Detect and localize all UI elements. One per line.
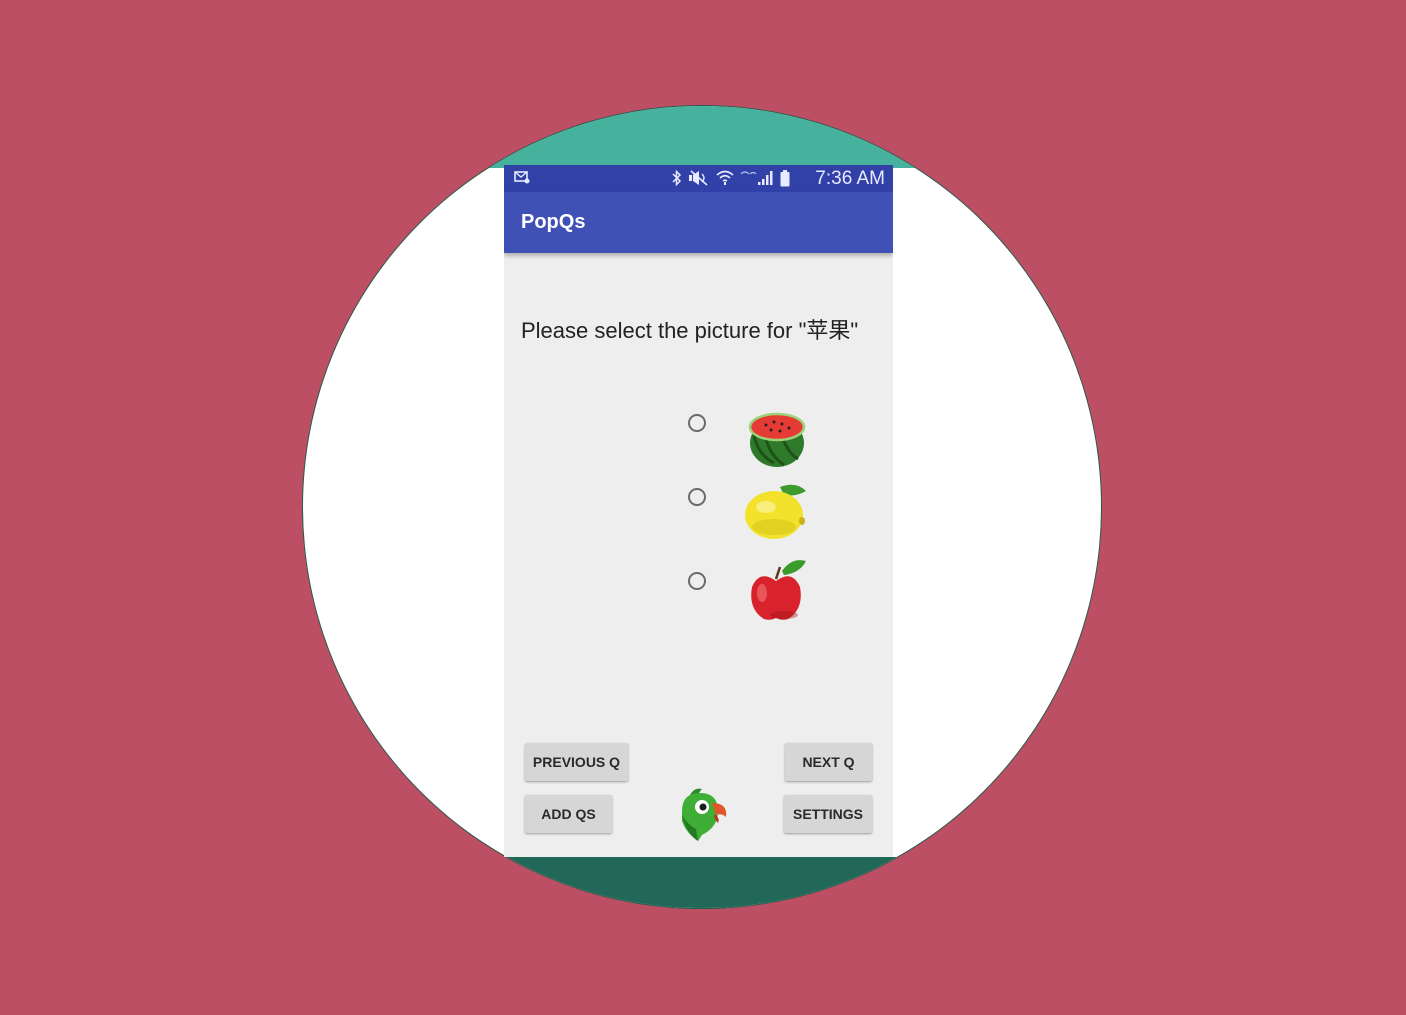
signal-icon <box>740 171 773 185</box>
radio-option-lemon[interactable] <box>688 488 706 506</box>
option-lemon[interactable] <box>684 475 854 545</box>
radio-option-apple[interactable] <box>688 572 706 590</box>
mute-icon <box>689 170 708 186</box>
option-apple[interactable] <box>684 559 854 629</box>
apple-icon <box>751 560 806 620</box>
status-bar: 7:36 AM <box>504 165 893 192</box>
status-time: 7:36 AM <box>815 168 885 189</box>
teal-top-band <box>303 106 1101 168</box>
lemon-icon <box>745 484 806 539</box>
wifi-icon <box>716 170 734 185</box>
parrot-logo-icon <box>682 788 727 841</box>
bluetooth-icon <box>672 170 682 186</box>
previous-question-button[interactable]: PREVIOUS Q <box>525 743 628 781</box>
watermelon-icon <box>748 412 806 467</box>
phone-screen: 7:36 AM PopQs Please select the picture … <box>504 165 893 857</box>
question-text: Please select the picture for "苹果" <box>521 318 859 343</box>
notification-icon <box>514 171 530 184</box>
app-title: PopQs <box>521 211 586 233</box>
next-question-button[interactable]: NEXT Q <box>785 743 872 781</box>
settings-button[interactable]: SETTINGS <box>784 795 872 833</box>
app-bar: PopQs <box>504 192 893 253</box>
teal-bottom-band <box>303 857 1101 908</box>
radio-option-watermelon[interactable] <box>688 414 706 432</box>
option-watermelon[interactable] <box>684 401 854 471</box>
add-questions-button[interactable]: ADD QS <box>525 795 612 833</box>
battery-icon <box>780 169 790 186</box>
